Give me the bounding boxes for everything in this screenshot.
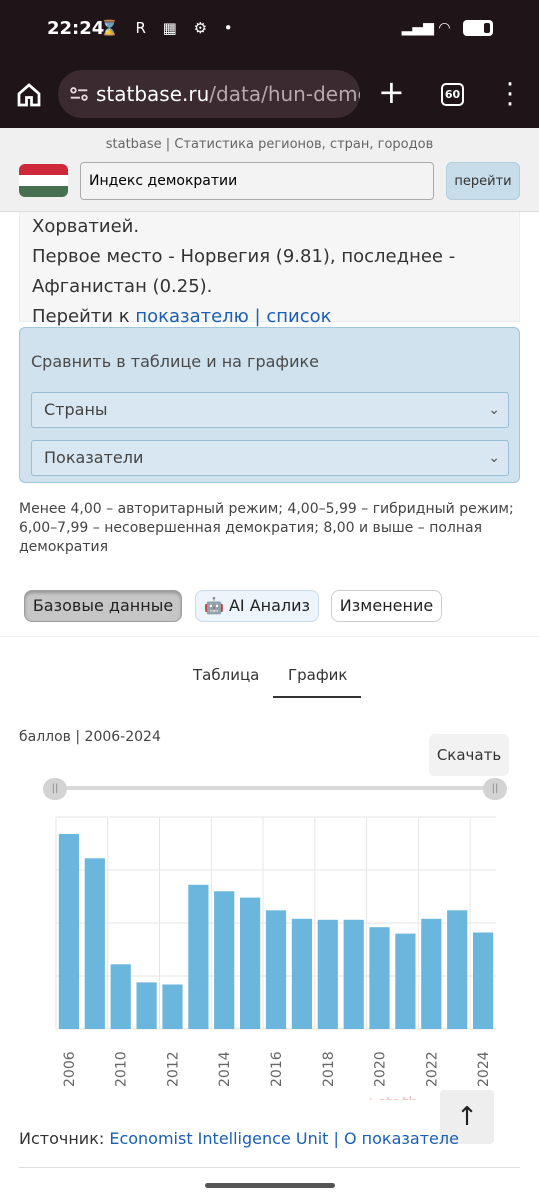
about-indicator-link[interactable]: О показателе xyxy=(344,1129,459,1148)
indicator-summary: Хорватией. Первое место - Норвегия (9.81… xyxy=(19,212,520,327)
chart-bar-2016[interactable] xyxy=(265,910,287,1029)
countries-select[interactable]: Страны ⌄ xyxy=(31,392,509,428)
chart-bar-2011[interactable] xyxy=(136,982,157,1029)
chart-bar-2020[interactable] xyxy=(369,927,390,1029)
chart-bar-2024[interactable] xyxy=(473,932,494,1030)
chart-bar-2021[interactable] xyxy=(395,933,416,1029)
signal-icon: ▂▄▆ ◠ xyxy=(401,20,451,36)
chart-tick-label-2024: 2024 xyxy=(476,1051,492,1087)
chart-tick-label-2012: 2012 xyxy=(166,1051,182,1087)
chart-bar-2019[interactable] xyxy=(343,919,364,1029)
indicators-select[interactable]: Показатели ⌄ xyxy=(31,440,509,476)
indicators-select-label: Показатели xyxy=(44,448,144,467)
view-tabs: Таблица График xyxy=(0,636,539,698)
chevron-down-icon: ⌄ xyxy=(488,402,500,418)
status-notification-icons: ⌛ R ▦ ⚙ • xyxy=(100,19,239,37)
search-input[interactable] xyxy=(80,162,434,200)
goto-prefix: Перейти к xyxy=(32,306,136,327)
address-bar[interactable]: statbase.ru/data/hun-democr xyxy=(58,70,360,118)
compare-title: Сравнить в таблице и на графике xyxy=(31,352,319,371)
source-line: Источник: Economist Intelligence Unit | … xyxy=(19,1129,519,1148)
tab-table[interactable]: Таблица xyxy=(193,666,259,684)
range-slider-track[interactable] xyxy=(55,786,495,790)
list-link[interactable]: список xyxy=(266,306,331,327)
chart-units: баллов | 2006-2024 xyxy=(19,729,161,745)
bottom-divider xyxy=(19,1167,520,1168)
chart-tick-label-2016: 2016 xyxy=(269,1051,285,1087)
go-button[interactable]: перейти xyxy=(446,162,520,200)
home-icon[interactable] xyxy=(14,80,44,110)
eiu-link[interactable]: Economist Intelligence Unit xyxy=(109,1129,328,1148)
chart-bar-2012[interactable] xyxy=(162,984,183,1030)
change-button[interactable]: Изменение xyxy=(331,590,442,622)
basic-data-button[interactable]: Базовые данные xyxy=(24,590,182,622)
link-separator: | xyxy=(248,306,267,327)
battery-icon xyxy=(463,20,493,36)
more-menu-icon[interactable]: · · · xyxy=(500,72,520,118)
chart-tick-label-2010: 2010 xyxy=(114,1051,130,1087)
site-tagline: statbase | Статистика регионов, стран, г… xyxy=(105,137,434,152)
chevron-down-icon: ⌄ xyxy=(488,450,500,466)
hungary-flag-icon xyxy=(19,164,68,197)
summary-line-1: Хорватией. xyxy=(32,216,140,237)
chart-bar-2014[interactable] xyxy=(214,891,235,1029)
status-time: 22:24 xyxy=(47,18,105,39)
statbase-watermark: ⁘statb xyxy=(364,1093,418,1100)
chart-tick-label-2014: 2014 xyxy=(217,1051,233,1087)
home-indicator xyxy=(205,1183,335,1188)
summary-line-2: Первое место - Норвегия (9.81), последне… xyxy=(32,246,456,267)
chart-tick-label-2006: 2006 xyxy=(62,1051,78,1087)
download-button[interactable]: Скачать xyxy=(429,734,509,776)
tab-count-button[interactable]: 60 xyxy=(441,83,464,106)
browser-toolbar: statbase.ru/data/hun-democr + 60 ··· xyxy=(0,60,539,128)
active-tab-indicator xyxy=(273,696,361,698)
source-prefix: Источник: xyxy=(19,1129,110,1148)
site-header: statbase | Статистика регионов, стран, г… xyxy=(0,128,539,212)
url-domain: statbase.ru xyxy=(96,82,210,106)
chart-bar-2008[interactable] xyxy=(84,858,105,1029)
countries-select-label: Страны xyxy=(44,400,108,419)
chart-tick-label-2022: 2022 xyxy=(424,1051,440,1087)
range-handle-end[interactable]: || xyxy=(483,778,507,800)
range-handle-start[interactable]: || xyxy=(43,778,67,800)
chart-bar-2013[interactable] xyxy=(188,884,209,1029)
chart-bar-2006[interactable] xyxy=(58,834,79,1029)
indicator-link[interactable]: показателю xyxy=(135,306,249,327)
summary-text: Хорватией. Первое место - Норвегия (9.81… xyxy=(32,212,455,332)
site-settings-icon[interactable] xyxy=(68,83,90,105)
status-signal-wifi-icons: ▂▄▆ ◠ xyxy=(402,20,493,36)
chart-bar-2022[interactable] xyxy=(421,918,442,1029)
ai-analysis-button[interactable]: 🤖 AI Анализ xyxy=(195,590,319,622)
chart-bar-2017[interactable] xyxy=(291,918,312,1029)
source-separator: | xyxy=(328,1129,344,1148)
chart-tick-label-2020: 2020 xyxy=(373,1051,389,1087)
chart-bar-2015[interactable] xyxy=(240,897,261,1029)
new-tab-icon[interactable]: + xyxy=(378,76,405,108)
chart-bar-2010[interactable] xyxy=(110,964,131,1029)
url-text: statbase.ru/data/hun-democr xyxy=(96,82,360,106)
chart-bar-2018[interactable] xyxy=(317,919,338,1029)
url-path: /data/hun-democr xyxy=(209,82,360,106)
chart-bar-2023[interactable] xyxy=(447,910,468,1029)
bar-chart: 2006 2010 2012 2014 2016 2018 2020 2022 2024 ⁘sta… xyxy=(55,816,496,1100)
tab-chart[interactable]: График xyxy=(288,666,348,684)
chart-tick-label-2018: 2018 xyxy=(321,1051,337,1087)
summary-line-3: Афганистан (0.25). xyxy=(32,276,213,297)
status-bar: 22:24 ⌛ R ▦ ⚙ • ▂▄▆ ◠ xyxy=(0,0,539,60)
compare-panel: Сравнить в таблице и на графике Страны ⌄… xyxy=(19,327,520,483)
regime-scale-note: Менее 4,00 – авторитарный режим; 4,00–5,… xyxy=(19,501,514,555)
